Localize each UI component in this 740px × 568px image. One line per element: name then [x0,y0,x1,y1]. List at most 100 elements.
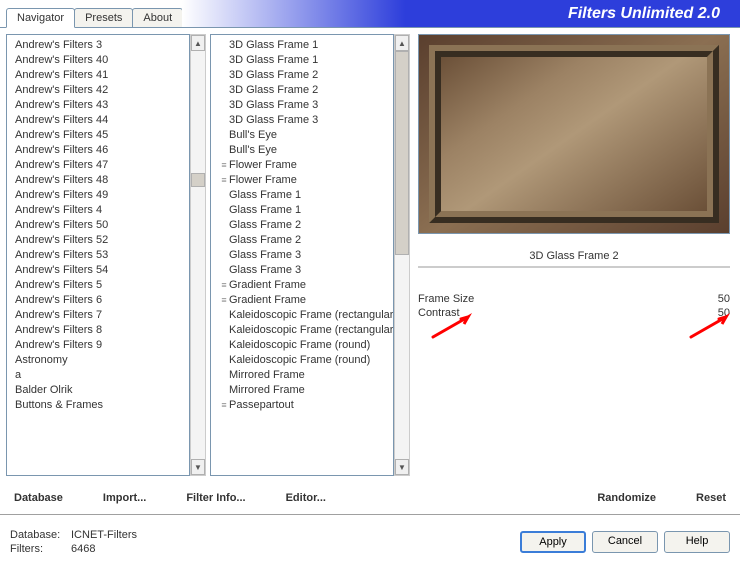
param-value: 50 [718,307,730,319]
preview-image [418,34,730,234]
list-item[interactable]: Andrew's Filters 43 [7,97,189,112]
tab-navigator[interactable]: Navigator [6,8,75,28]
scrollbar-right[interactable]: ▲ ▼ [394,34,410,476]
list-item[interactable]: Buttons & Frames [7,397,189,412]
list-item[interactable]: Andrew's Filters 9 [7,337,189,352]
scroll-thumb[interactable] [395,51,409,255]
list-item[interactable]: Andrew's Filters 52 [7,232,189,247]
list-item[interactable]: Andrew's Filters 54 [7,262,189,277]
tab-presets[interactable]: Presets [74,8,133,27]
list-item[interactable]: Kaleidoscopic Frame (rectangular) [211,322,393,337]
apply-button[interactable]: Apply [520,531,586,553]
list-item[interactable]: Kaleidoscopic Frame (round) [211,352,393,367]
item-label: Passepartout [229,399,294,411]
list-item[interactable]: Glass Frame 1 [211,187,393,202]
list-item[interactable]: 3D Glass Frame 3 [211,112,393,127]
list-item[interactable]: Andrew's Filters 45 [7,127,189,142]
list-item[interactable]: Andrew's Filters 4 [7,202,189,217]
param-label: Frame Size [418,293,474,305]
list-item[interactable]: Andrew's Filters 46 [7,142,189,157]
list-item[interactable]: ≡Flower Frame [211,157,393,172]
list-item[interactable]: ≡Flower Frame [211,172,393,187]
category-list[interactable]: Andrew's Filters 3Andrew's Filters 40And… [6,34,190,476]
filter-info-button[interactable]: Filter Info... [186,486,245,510]
list-item[interactable]: Astronomy [7,352,189,367]
tab-about[interactable]: About [132,8,183,27]
item-decor-icon: ≡ [219,175,229,185]
list-item[interactable]: a [7,367,189,382]
list-item[interactable]: 3D Glass Frame 3 [211,97,393,112]
list-item[interactable]: Andrew's Filters 49 [7,187,189,202]
item-decor-icon: ≡ [219,280,229,290]
import-button[interactable]: Import... [103,486,146,510]
item-decor-icon: ≡ [219,400,229,410]
list-item[interactable]: Glass Frame 2 [211,217,393,232]
list-item[interactable]: 3D Glass Frame 2 [211,67,393,82]
list-item[interactable]: ≡Gradient Frame [211,277,393,292]
list-item[interactable]: Kaleidoscopic Frame (round) [211,337,393,352]
item-label: Glass Frame 2 [229,219,301,231]
scroll-down-icon[interactable]: ▼ [395,459,409,475]
item-label: 3D Glass Frame 2 [229,69,318,81]
list-item[interactable]: Andrew's Filters 3 [7,37,189,52]
list-item[interactable]: 3D Glass Frame 1 [211,52,393,67]
item-label: Bull's Eye [229,144,277,156]
list-item[interactable]: Andrew's Filters 40 [7,52,189,67]
list-item[interactable]: Andrew's Filters 53 [7,247,189,262]
list-item[interactable]: Andrew's Filters 6 [7,292,189,307]
list-item[interactable]: Bull's Eye [211,127,393,142]
list-item[interactable]: Andrew's Filters 8 [7,322,189,337]
tab-bar: Navigator Presets About [6,8,182,27]
list-item[interactable]: ≡Passepartout [211,397,393,412]
list-item[interactable]: Glass Frame 1 [211,202,393,217]
item-label: Mirrored Frame [229,384,305,396]
list-item[interactable]: Andrew's Filters 5 [7,277,189,292]
list-item[interactable]: Kaleidoscopic Frame (rectangular) [211,307,393,322]
database-button[interactable]: Database [14,486,63,510]
cancel-button[interactable]: Cancel [592,531,658,553]
list-item[interactable]: Andrew's Filters 7 [7,307,189,322]
db-value: ICNET-Filters [71,529,137,541]
list-item[interactable]: Andrew's Filters 44 [7,112,189,127]
scrollbar-left[interactable]: ▲ ▼ [190,34,206,476]
scroll-down-icon[interactable]: ▼ [191,459,205,475]
item-decor-icon: ≡ [219,160,229,170]
list-item[interactable]: 3D Glass Frame 1 [211,37,393,52]
slider-track-top[interactable] [418,266,730,268]
item-decor-icon: ≡ [219,295,229,305]
item-label: Kaleidoscopic Frame (round) [229,339,370,351]
scroll-up-icon[interactable]: ▲ [395,35,409,51]
list-item[interactable]: Andrew's Filters 41 [7,67,189,82]
scroll-thumb[interactable] [191,173,205,187]
item-label: Kaleidoscopic Frame (rectangular) [229,309,394,321]
randomize-button[interactable]: Randomize [597,486,656,510]
param-value: 50 [718,293,730,305]
param-label: Contrast [418,307,460,319]
item-label: Flower Frame [229,159,297,171]
list-item[interactable]: Balder Olrik [7,382,189,397]
item-label: Bull's Eye [229,129,277,141]
list-item[interactable]: Andrew's Filters 50 [7,217,189,232]
filter-list[interactable]: 3D Glass Frame 13D Glass Frame 1 3D Glass… [210,34,394,476]
list-item[interactable]: Bull's Eye [211,142,393,157]
list-item[interactable]: 3D Glass Frame 2 [211,82,393,97]
list-item[interactable]: Mirrored Frame [211,382,393,397]
list-item[interactable]: Glass Frame 3 [211,262,393,277]
scroll-up-icon[interactable]: ▲ [191,35,205,51]
item-label: Glass Frame 2 [229,234,301,246]
item-label: Kaleidoscopic Frame (round) [229,354,370,366]
list-item[interactable]: Glass Frame 2 [211,232,393,247]
filters-value: 6468 [71,543,95,555]
list-item[interactable]: ≡Gradient Frame [211,292,393,307]
help-button[interactable]: Help [664,531,730,553]
list-item[interactable]: Glass Frame 3 [211,247,393,262]
list-item[interactable]: Mirrored Frame [211,367,393,382]
reset-button[interactable]: Reset [696,486,726,510]
item-label: 3D Glass Frame 1 [229,39,318,51]
banner-title: Filters Unlimited 2.0 [568,5,720,23]
list-item[interactable]: Andrew's Filters 47 [7,157,189,172]
list-item[interactable]: Andrew's Filters 42 [7,82,189,97]
item-label: Gradient Frame [229,279,306,291]
editor-button[interactable]: Editor... [286,486,326,510]
list-item[interactable]: Andrew's Filters 48 [7,172,189,187]
